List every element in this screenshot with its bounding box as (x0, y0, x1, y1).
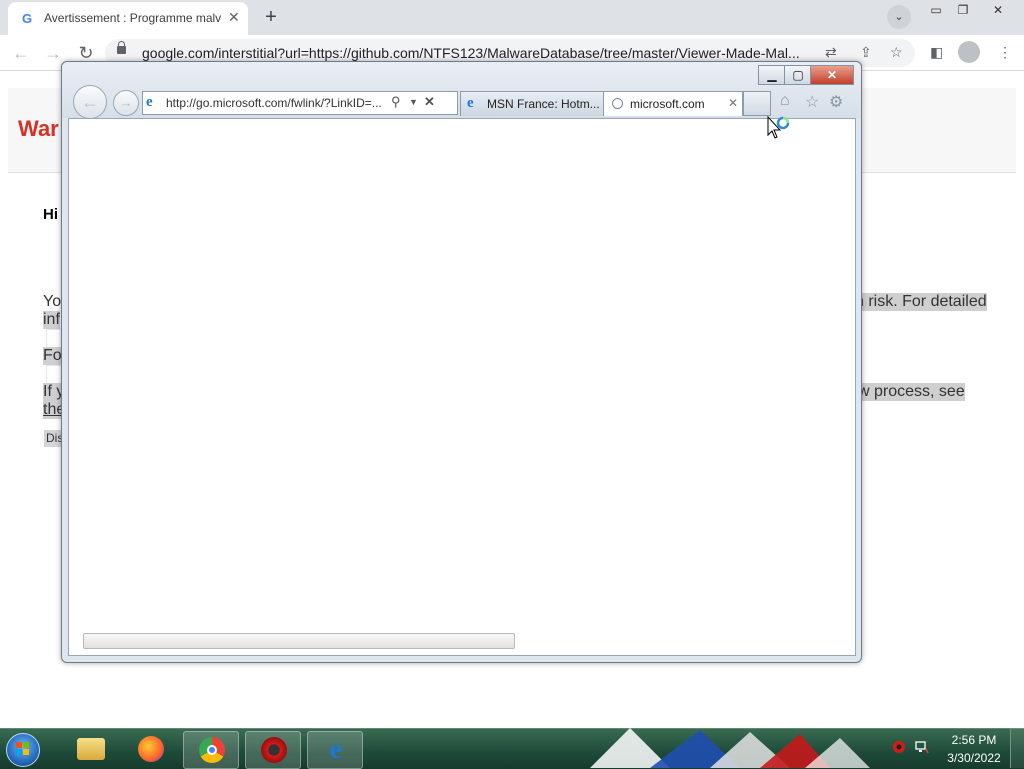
tab-search-button[interactable]: ⌄ (887, 5, 911, 29)
ie-window: ▁ ▢ ✕ ← → e http://go.microsoft.com/fwli… (61, 61, 862, 663)
warning-text-line-1-start: Yo (43, 293, 62, 310)
warning-text-line-1-end: n risk. For detailed (855, 293, 987, 311)
ie-tab-title: MSN France: Hotm... (487, 97, 600, 111)
warning-title: War (18, 116, 59, 141)
antivirus-tray-icon[interactable] (892, 740, 906, 754)
taskbar-file-explorer[interactable] (62, 731, 116, 767)
firefox-icon (138, 736, 164, 762)
chrome-close-button[interactable]: ✕ (984, 0, 1012, 20)
close-tab-icon[interactable]: ✕ (228, 9, 240, 26)
taskbar-chrome[interactable] (183, 731, 239, 769)
ie-minimize-button[interactable]: ▁ (758, 65, 786, 85)
bookmark-star-icon[interactable]: ☆ (890, 44, 903, 61)
clock-date[interactable]: 3/30/2022 (944, 751, 1004, 765)
taskbar-antivirus[interactable] (245, 731, 301, 769)
ie-tab-microsoft[interactable]: microsoft.com ✕ (603, 91, 743, 116)
clock-time[interactable]: 2:56 PM (946, 733, 1002, 747)
ie-stop-icon[interactable]: ✕ (424, 94, 435, 110)
show-desktop-button[interactable] (1010, 728, 1024, 768)
ie-dropdown-icon[interactable]: ▼ (409, 97, 418, 107)
profile-avatar[interactable] (958, 41, 980, 63)
chrome-tab-warning[interactable]: G Avertissement : Programme malv ✕ (8, 2, 248, 35)
taskbar-internet-explorer[interactable]: e (307, 731, 363, 769)
ie-close-button[interactable]: ✕ (810, 65, 854, 85)
ie-maximize-button[interactable]: ▢ (784, 65, 812, 85)
ie-search-icon[interactable]: ⚲ (391, 94, 401, 110)
warning-heading: Hi (43, 206, 58, 223)
warning-text-line-2: inf (43, 311, 60, 329)
new-tab-button[interactable]: + (258, 4, 284, 30)
side-panel-icon[interactable]: ◧ (930, 44, 943, 61)
windows-logo-icon (16, 742, 29, 755)
ie-tab-icon: e (467, 95, 474, 111)
start-button[interactable] (6, 733, 40, 767)
ie-page-content[interactable] (68, 118, 856, 656)
ie-tab-msn[interactable]: e MSN France: Hotm... (460, 91, 604, 116)
warning-text-para-3-end: w process, see (858, 383, 965, 401)
ie-back-button[interactable]: ← (73, 85, 107, 119)
ie-page-icon: e (146, 94, 153, 110)
ie-forward-button[interactable]: → (113, 90, 139, 116)
lock-icon (117, 41, 126, 54)
internet-explorer-icon: e (329, 734, 343, 765)
warning-text-para-2: Fo (43, 347, 62, 365)
chrome-restore-button[interactable]: ❐ (949, 0, 977, 20)
busy-cursor-icon (767, 116, 790, 139)
chrome-icon (199, 737, 225, 763)
chrome-menu-icon[interactable]: ⋮ (998, 44, 1012, 61)
google-favicon-icon: G (22, 11, 33, 26)
taskbar-firefox[interactable] (123, 731, 177, 767)
ie-settings-gear-icon[interactable]: ⚙ (829, 92, 843, 112)
share-icon[interactable]: ⇪ (860, 44, 872, 61)
ie-tab-close-icon[interactable]: ✕ (728, 96, 738, 110)
translate-icon[interactable]: ⇄ (825, 44, 837, 61)
network-tray-icon[interactable] (915, 740, 929, 754)
loading-spinner-icon (612, 98, 623, 109)
chrome-minimize-button[interactable]: ▭ (922, 0, 950, 20)
forward-button[interactable]: → (42, 42, 64, 64)
ie-address-text: http://go.microsoft.com/fwlink/?LinkID=.… (166, 96, 382, 110)
ie-favorites-icon[interactable]: ☆ (805, 92, 819, 112)
ie-horizontal-scrollbar[interactable] (83, 633, 515, 649)
wallpaper-graphic (590, 728, 870, 768)
ie-tab-title: microsoft.com (630, 97, 705, 111)
folder-icon (77, 738, 105, 760)
chrome-tab-strip: G Avertissement : Programme malv ✕ + ⌄ ▭… (0, 0, 1024, 35)
ie-address-bar[interactable]: e http://go.microsoft.com/fwlink/?LinkID… (142, 91, 458, 115)
ie-new-tab-button[interactable] (743, 91, 771, 116)
back-button[interactable]: ← (10, 42, 32, 64)
ie-home-icon[interactable]: ⌂ (780, 92, 790, 110)
chrome-tab-title: Avertissement : Programme malv (44, 11, 222, 25)
antivirus-icon (261, 737, 287, 763)
address-bar-url: google.com/interstitial?url=https://gith… (142, 45, 800, 61)
